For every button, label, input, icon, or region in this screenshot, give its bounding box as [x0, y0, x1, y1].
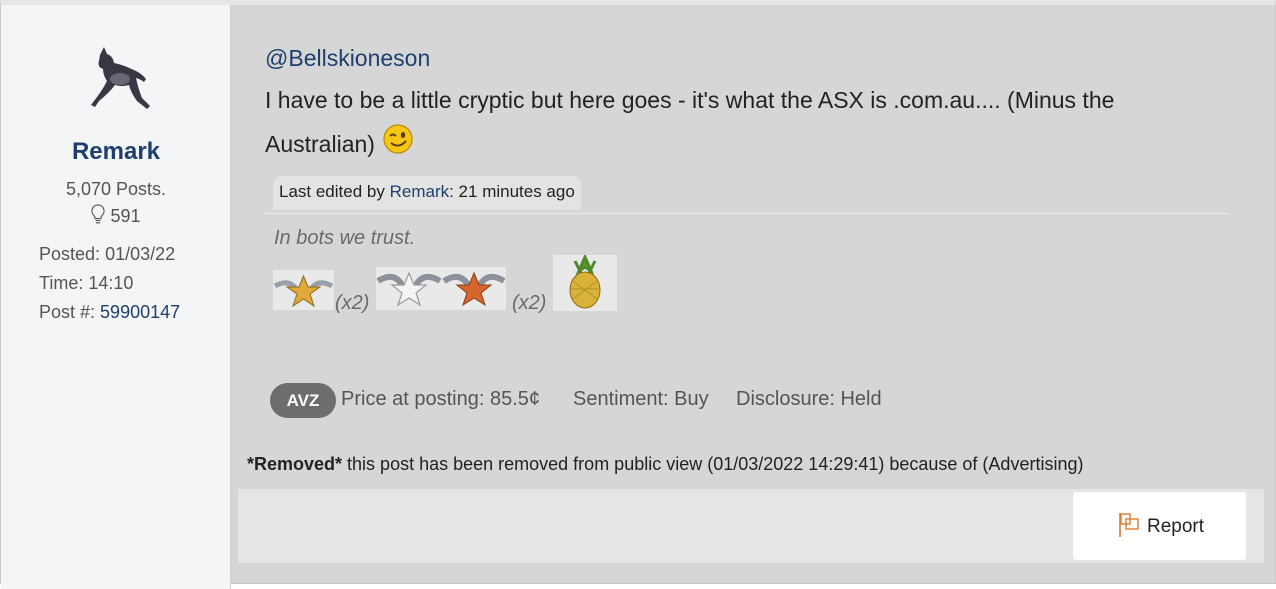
avatar[interactable]	[78, 41, 156, 125]
post-body: I have to be a little cryptic but here g…	[265, 79, 1205, 166]
bronze-star-badge-icon	[442, 267, 506, 310]
posted-label: Posted:	[39, 244, 101, 264]
ticker-badge[interactable]: AVZ	[270, 383, 336, 418]
signature-text: In bots we trust.	[274, 227, 416, 249]
report-button[interactable]: Report	[1073, 492, 1246, 560]
removed-text: this post has been removed from public v…	[342, 454, 1084, 474]
user-info-panel: Remark 5,070 Posts. 591 Posted: 01/03/22…	[1, 5, 231, 589]
edit-suffix: : 21 minutes ago	[449, 182, 575, 201]
signature-divider	[265, 213, 1229, 214]
wink-emoji-icon	[383, 124, 413, 154]
forum-post: Remark 5,070 Posts. 591 Posted: 01/03/22…	[0, 0, 1276, 589]
edit-note: Last edited by Remark: 21 minutes ago	[273, 176, 581, 210]
edit-prefix: Last edited by	[279, 182, 385, 201]
post-body-line2: Australian)	[265, 131, 375, 157]
posted-value: 01/03/22	[105, 244, 176, 264]
posted-time: Time: 14:10	[39, 273, 133, 294]
disclosure: Disclosure: Held	[736, 388, 882, 410]
post-count: 5,070 Posts.	[65, 179, 167, 199]
flag-icon	[1119, 513, 1139, 537]
removed-label: *Removed*	[247, 454, 343, 474]
post-number-link[interactable]: 59900147	[100, 302, 180, 322]
post-number: Post #: 59900147	[39, 302, 180, 323]
time-label: Time:	[39, 273, 84, 293]
time-value: 14:10	[88, 273, 134, 293]
sentiment: Sentiment: Buy	[573, 388, 709, 410]
likes-count: 591	[1, 204, 231, 227]
post-body-line1: I have to be a little cryptic but here g…	[265, 87, 1115, 113]
posted-date: Posted: 01/03/22	[39, 244, 175, 265]
badge-multiplier: (x2)	[335, 292, 370, 314]
pineapple-badge-icon	[553, 255, 617, 311]
username-link[interactable]: Remark	[1, 138, 231, 166]
lightbulb-icon	[91, 204, 106, 224]
report-label: Report	[1147, 516, 1205, 537]
gold-star-badge-icon	[273, 270, 334, 310]
mention-link[interactable]: @Bellskioneson	[265, 45, 430, 72]
silver-badge-icon	[376, 267, 442, 310]
likes-value: 591	[110, 206, 141, 226]
edit-user-link[interactable]: Remark	[390, 182, 450, 201]
price-at-posting: Price at posting: 85.5¢	[341, 388, 541, 410]
post-number-label: Post #:	[39, 302, 96, 322]
badge-multiplier: (x2)	[512, 292, 547, 314]
removed-notice: *Removed* this post has been removed fro…	[247, 454, 1083, 475]
